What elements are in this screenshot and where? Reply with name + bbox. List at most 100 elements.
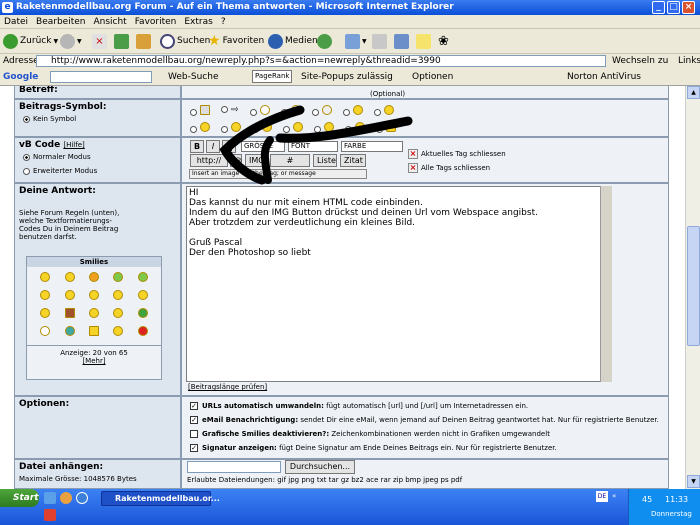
smilie-icon[interactable] (88, 290, 99, 300)
smilie-icon[interactable] (64, 326, 75, 336)
menu-bearbeiten[interactable]: Bearbeiten (32, 15, 89, 29)
print-button[interactable] (372, 32, 387, 51)
smilie-icon[interactable] (88, 326, 99, 336)
extended-mode-radio[interactable] (23, 167, 30, 175)
icon-radio[interactable] (280, 109, 288, 116)
address-input[interactable]: http://www.raketenmodellbau.org/newreply… (36, 55, 606, 67)
clock-time[interactable]: 11:33 (665, 495, 688, 504)
scroll-up-icon[interactable]: ▲ (687, 86, 700, 99)
smilie-icon[interactable] (88, 308, 99, 318)
forward-button[interactable]: ▼ (60, 32, 82, 51)
menu-help[interactable]: ? (217, 15, 230, 29)
search-button[interactable]: Suchen (160, 32, 210, 51)
popup-blocker-button[interactable]: Site-Popups zulässig (301, 68, 393, 86)
smilie-icon[interactable] (137, 290, 148, 300)
scroll-thumb[interactable] (687, 226, 700, 346)
smilie-icon[interactable] (137, 308, 148, 318)
back-button[interactable]: Zurück ▼ (3, 32, 58, 51)
google-search-input[interactable] (50, 71, 152, 83)
go-button[interactable]: Wechseln zu (612, 54, 668, 68)
menu-extras[interactable]: Extras (180, 15, 216, 29)
menu-ansicht[interactable]: Ansicht (89, 15, 130, 29)
window-title-bar[interactable]: e Raketenmodellbau.org Forum - Auf ein T… (0, 0, 700, 15)
messenger-button[interactable]: ❀ (438, 32, 449, 51)
norton-antivirus-button[interactable]: Norton AntiVirus (567, 68, 641, 86)
menu-favoriten[interactable]: Favoriten (131, 15, 181, 29)
file-path-input[interactable] (187, 461, 281, 473)
icon-radio[interactable] (311, 109, 319, 116)
scroll-down-icon[interactable]: ▼ (687, 475, 700, 488)
email-notify-checkbox[interactable]: ✓ (190, 416, 198, 424)
icon-radio[interactable] (283, 126, 290, 133)
smilie-icon[interactable] (40, 290, 51, 300)
close-current-tag[interactable]: × Aktuelles Tag schliessen (408, 149, 506, 159)
http-button[interactable]: http:// (190, 154, 228, 167)
smilie-icon[interactable] (64, 290, 75, 300)
icon-radio[interactable] (376, 126, 383, 133)
icon-radio[interactable] (190, 126, 197, 133)
message-textarea[interactable]: HI Das kannst du nur mit einem HTML code… (186, 186, 612, 382)
language-indicator[interactable]: DE (596, 491, 608, 502)
smilie-icon[interactable] (113, 308, 124, 318)
font-select[interactable]: FONT (288, 141, 338, 152)
smilie-icon[interactable] (64, 272, 75, 282)
web-search-button[interactable]: Web-Suche (168, 68, 218, 86)
email-button[interactable]: @ (230, 154, 242, 167)
page-scrollbar[interactable]: ▲ ▼ (685, 86, 700, 489)
underline-button[interactable]: U (222, 140, 236, 153)
color-select[interactable]: FARBE (341, 141, 403, 152)
icon-radio[interactable] (221, 126, 228, 133)
icon-radio[interactable] (252, 126, 259, 133)
close-icon[interactable]: × (682, 1, 695, 14)
normal-mode-radio[interactable] (23, 153, 30, 161)
links-button[interactable]: Links (678, 54, 700, 68)
vbcode-help-link[interactable]: [Hilfe] (63, 141, 84, 149)
list-button[interactable]: Liste (313, 154, 337, 167)
smilie-icon[interactable] (113, 290, 124, 300)
options-button[interactable]: Optionen (412, 68, 453, 86)
disable-smilies-checkbox[interactable] (190, 430, 198, 438)
media-button[interactable]: Medien (268, 32, 318, 51)
auto-urls-checkbox[interactable]: ✓ (190, 402, 198, 410)
smilie-icon[interactable] (88, 272, 99, 282)
history-button[interactable] (317, 32, 332, 51)
desktop-icon[interactable] (44, 492, 56, 504)
icon-radio[interactable] (342, 109, 350, 116)
notes-button[interactable] (416, 32, 431, 51)
check-length-link[interactable]: [Beitragslänge prüfen] (188, 383, 267, 391)
smilie-icon[interactable] (40, 326, 51, 336)
quote-button[interactable]: Zitat (340, 154, 366, 167)
smilie-icon[interactable] (64, 308, 75, 318)
bold-button[interactable]: B (190, 140, 204, 153)
home-button[interactable] (136, 32, 151, 51)
ie-icon[interactable] (76, 492, 88, 504)
quicklaunch-icon[interactable] (44, 509, 56, 521)
smilie-icon[interactable] (137, 272, 148, 282)
maximize-icon[interactable]: □ (667, 1, 680, 14)
smilie-icon[interactable] (113, 326, 124, 336)
icon-radio[interactable] (190, 109, 197, 116)
minimize-icon[interactable]: _ (652, 1, 665, 14)
firefox-icon[interactable] (60, 492, 72, 504)
taskbar-window-button[interactable]: Raketenmodellbau.or... (101, 491, 220, 506)
icon-radio[interactable] (373, 109, 381, 116)
smilie-icon[interactable] (113, 272, 124, 282)
code-button[interactable]: # (270, 154, 310, 167)
browse-button[interactable]: Durchsuchen... (285, 460, 355, 474)
smilie-icon[interactable] (40, 272, 51, 282)
favorites-button[interactable]: ★ Favoriten (208, 32, 264, 51)
icon-radio[interactable] (249, 109, 257, 116)
menu-datei[interactable]: Datei (0, 15, 32, 29)
smilie-icon[interactable] (40, 308, 51, 318)
signature-checkbox[interactable]: ✓ (190, 444, 198, 452)
size-select[interactable]: GRÖSSE (241, 141, 285, 152)
edit-button[interactable] (394, 32, 409, 51)
italic-button[interactable]: I (206, 140, 220, 153)
start-button[interactable]: Start (0, 489, 39, 507)
tray-arrow-icon[interactable]: « (612, 492, 616, 500)
textarea-scrollbar[interactable] (600, 186, 612, 382)
google-logo[interactable]: Google (3, 68, 38, 86)
icon-radio[interactable] (221, 106, 228, 113)
refresh-button[interactable] (114, 32, 129, 51)
close-all-tags[interactable]: × Alle Tags schliessen (408, 163, 490, 173)
